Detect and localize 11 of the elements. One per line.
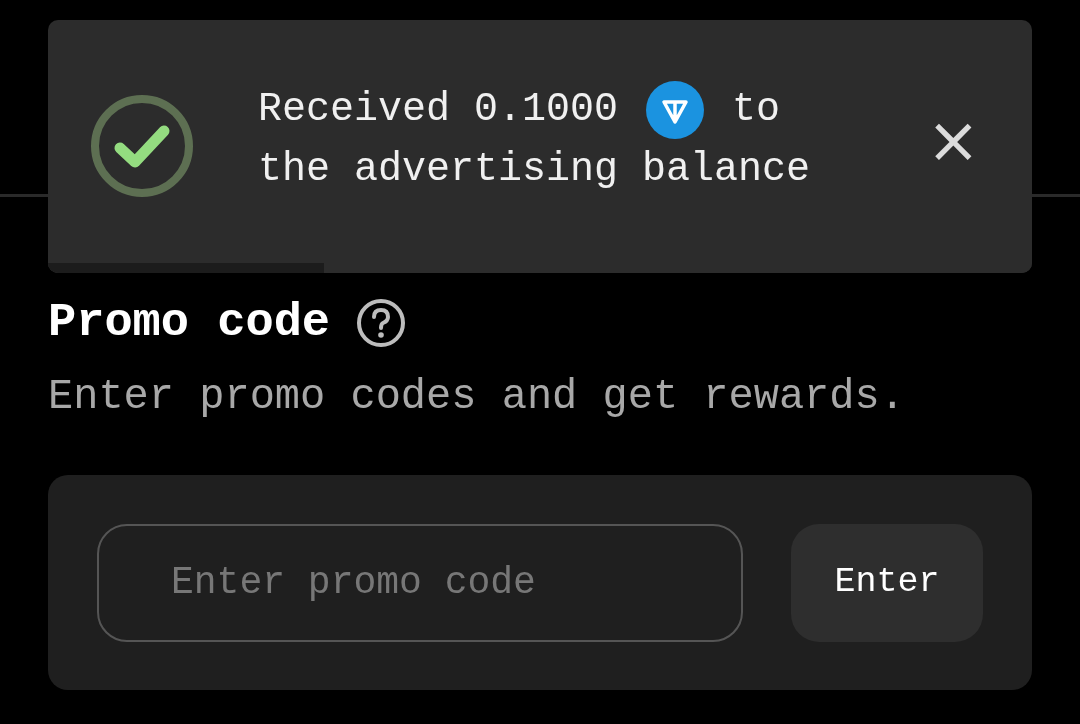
section-subtitle: Enter promo codes and get rewards. — [48, 372, 906, 423]
section-title: Promo code — [48, 295, 331, 351]
help-icon[interactable] — [356, 298, 407, 348]
check-circle-icon — [90, 94, 194, 198]
close-button[interactable]: × — [926, 110, 980, 170]
promo-code-field[interactable]: Enter promo code — [97, 523, 743, 642]
toast-message: the advertising balance — [258, 145, 811, 194]
toast-message: Received 0.1000 — [258, 85, 619, 134]
enter-button[interactable]: Enter — [791, 523, 983, 642]
toast-message: to — [732, 85, 781, 134]
ton-coin-icon — [646, 80, 705, 139]
